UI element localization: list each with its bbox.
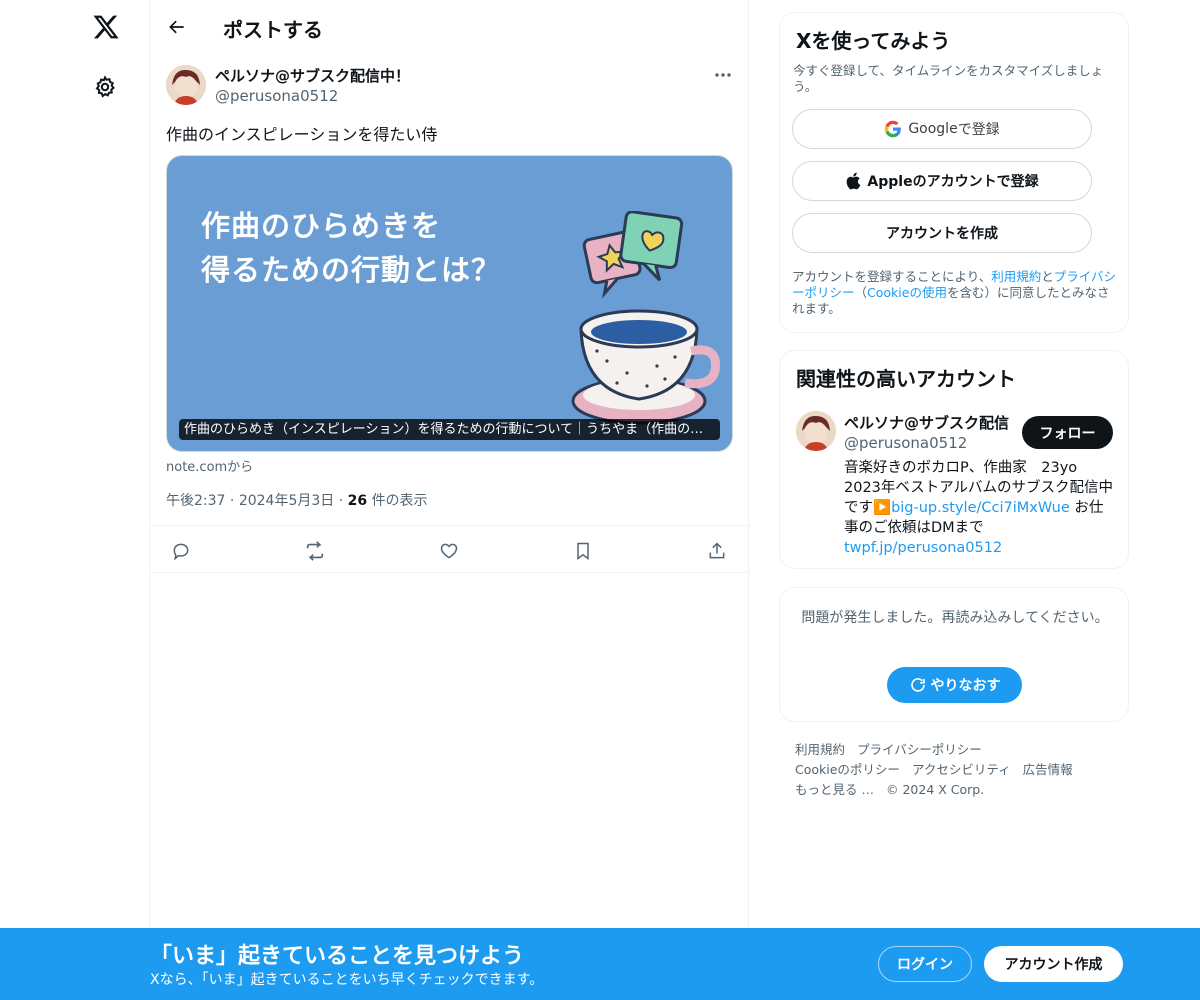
refresh-icon <box>909 676 927 694</box>
bookmark-icon[interactable] <box>570 538 596 564</box>
arrow-left-icon[interactable] <box>162 12 192 42</box>
google-signup-button[interactable]: Google で登録 <box>792 109 1092 149</box>
link-card[interactable]: 作曲のひらめきを 得るための行動とは？ 作曲のひらめき（インスピレーション）を得… <box>166 155 733 452</box>
login-button[interactable]: ログイン <box>878 946 972 982</box>
footer-accessibility[interactable]: アクセシビリティ <box>912 762 1011 777</box>
post-text: 作曲のインスピレーションを得たい侍 <box>166 125 438 144</box>
avatar[interactable] <box>166 65 206 105</box>
signup-button[interactable]: アカウント作成 <box>984 946 1123 982</box>
post-meta: 午後2:37 · 2024年5月3日 · 26 件の表示 <box>166 493 428 509</box>
repost-icon[interactable] <box>302 538 328 564</box>
author-name[interactable]: ペルソナ@サブスク配信中！ <box>215 65 410 86</box>
bottom-signup-bar: 「いま」起きていることを見つけよう Xなら、「いま」起きていることをいち早くチェ… <box>0 928 1200 1000</box>
create-account-button[interactable]: アカウントを作成 <box>792 213 1092 253</box>
card-headline: 作曲のひらめきを 得るための行動とは？ <box>201 209 502 287</box>
follow-button[interactable]: フォロー <box>1022 416 1113 449</box>
footer-privacy[interactable]: プライバシーポリシー <box>857 742 982 757</box>
footer-cookie[interactable]: Cookieのポリシー <box>795 762 900 777</box>
related-account-name[interactable]: ペルソナ@サブスク配信 <box>844 412 1009 433</box>
view-count: 26 <box>347 493 368 509</box>
footer-links: 利用規約 プライバシーポリシー Cookieのポリシー アクセシビリティ 広告情報 も… <box>795 740 1125 800</box>
bio-link-twpf[interactable]: twpf.jp/perusona0512 <box>844 538 1114 558</box>
footer-ads[interactable]: 広告情報 <box>1023 762 1073 777</box>
apple-signup-button[interactable]: Appleのアカウントで登録 <box>792 161 1092 201</box>
terms-link[interactable]: 利用規約 <box>991 269 1041 284</box>
card-caption: 作曲のひらめき（インスピレーション）を得るための行動について｜うちやま（作曲の先… <box>179 419 720 440</box>
apple-icon <box>845 172 861 190</box>
card-source[interactable]: note.comから <box>166 456 253 475</box>
post-date[interactable]: 2024年5月3日 <box>239 493 334 509</box>
copyright: © 2024 X Corp. <box>885 782 985 797</box>
signup-panel: Xを使ってみよう 今すぐ登録して、タイムラインをカスタマイズしましょう。 Goo… <box>779 12 1129 333</box>
footer-more[interactable]: もっと見る … <box>795 782 874 797</box>
more-icon[interactable] <box>708 62 738 88</box>
view-label: 件の表示 <box>371 493 428 509</box>
google-brand: Google <box>908 121 958 137</box>
gear-icon[interactable] <box>90 72 120 102</box>
share-icon[interactable] <box>704 538 730 564</box>
coffee-cup-illustration <box>567 210 727 426</box>
cookie-link[interactable]: Cookieの使用 <box>867 285 947 300</box>
header: ポストする <box>150 0 750 54</box>
bio-link-bigup[interactable]: big-up.style/Cci7iMxWue <box>891 500 1070 516</box>
reply-icon[interactable] <box>168 538 194 564</box>
avatar[interactable] <box>796 411 836 451</box>
error-panel: 問題が発生しました。再読み込みしてください。 やりなおす <box>779 587 1129 722</box>
author-handle[interactable]: @perusona0512 <box>215 87 338 105</box>
related-accounts-panel: 関連性の高いアカウント ペルソナ@サブスク配信 @perusona0512 フォ… <box>779 350 1129 569</box>
footer-terms[interactable]: 利用規約 <box>795 742 845 757</box>
x-logo-icon[interactable] <box>89 10 123 44</box>
google-suffix: で登録 <box>957 122 1000 138</box>
related-account-handle[interactable]: @perusona0512 <box>844 434 967 452</box>
retry-button[interactable]: やりなおす <box>887 667 1022 703</box>
play-emoji: ▶️ <box>873 500 892 516</box>
main-column: ポストする ペルソナ@サブスク配信中！ @perusona0512 作曲のインス… <box>149 0 750 1000</box>
left-nav <box>0 0 150 1000</box>
error-message: 問題が発生しました。再読み込みしてください。 <box>801 610 1109 626</box>
google-icon <box>884 120 902 138</box>
post-time[interactable]: 午後2:37 <box>166 493 225 509</box>
signup-title: Xを使ってみよう <box>796 29 951 53</box>
related-account-bio: 音楽好きのボカロP、作曲家 23yo 2023年ベストアルバムのサブスク配信中で… <box>844 460 1114 558</box>
bottom-bar-title: 「いま」起きていることを見つけよう <box>150 944 525 969</box>
like-icon[interactable] <box>436 538 462 564</box>
signup-subtitle: 今すぐ登録して、タイムラインをカスタマイズしましょう。 <box>793 63 1104 94</box>
related-title: 関連性の高いアカウント <box>796 367 1016 391</box>
bottom-bar-subtitle: Xなら、「いま」起きていることをいち早くチェックできます。 <box>150 972 544 988</box>
post-actions <box>150 525 750 573</box>
legal-text: アカウントを登録することにより、利用規約とプライバシーポリシー（Cookieの使… <box>792 269 1117 316</box>
page-title: ポストする <box>223 18 323 42</box>
apple-signup-label: Appleのアカウントで登録 <box>867 174 1039 190</box>
